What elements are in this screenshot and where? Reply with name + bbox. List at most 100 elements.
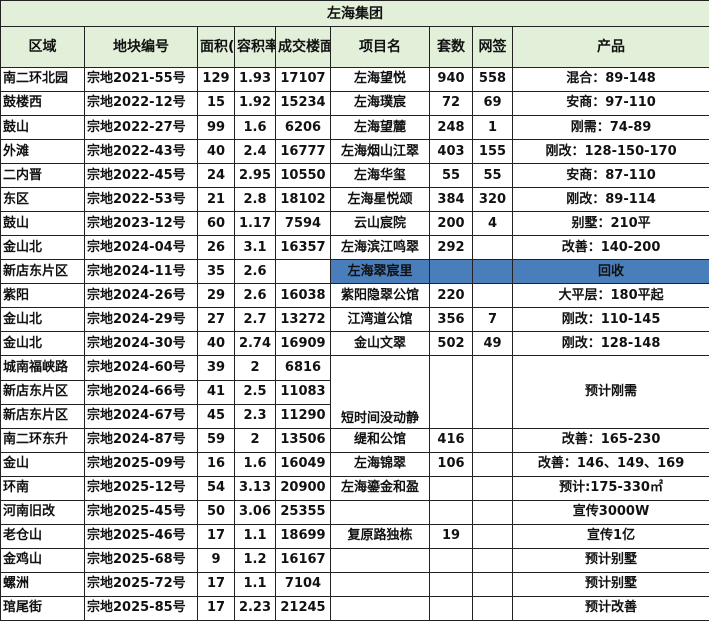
cell-price: 7594	[275, 211, 331, 237]
cell-area: 金山北	[0, 235, 85, 261]
cell-code: 宗地2024-26号	[84, 283, 198, 309]
table-row: 河南旧改 宗地2025-45号 50 3.06 25355 宣传3000W	[0, 499, 709, 525]
cell-product: 大平层：180平起	[511, 283, 709, 309]
cell-product: 刚改：128-150-170	[511, 139, 709, 165]
table-row: 南二环东升 宗地2024-87号 59 2 13506 缇和公馆 416 改善：…	[0, 427, 709, 453]
cell-price: 13272	[275, 307, 331, 333]
land-table: 左海集团 区域 地块编号 面积(亩) 容积率 成交楼面价 项目名 套数 网签 产…	[0, 0, 709, 621]
cell-price: 10550	[275, 163, 331, 189]
cell-area: 老仓山	[0, 523, 85, 549]
cell-mu: 54	[197, 475, 235, 501]
cell-units-empty	[429, 595, 473, 621]
cell-signed	[472, 451, 513, 477]
table-row: 金山北 宗地2024-29号 27 2.7 13272 江湾道公馆 356 7 …	[0, 307, 709, 333]
cell-price: 16777	[275, 139, 331, 165]
cell-project: 云山宸院	[330, 211, 430, 237]
cell-far: 2.95	[234, 163, 276, 189]
cell-area: 环南	[0, 475, 85, 501]
cell-units: 19	[429, 523, 473, 549]
cell-area: 新店东片区	[0, 379, 85, 405]
cell-product: 预计:175-330㎡	[511, 475, 709, 501]
cell-product: 改善：146、149、169	[511, 451, 709, 477]
cell-far: 2	[234, 427, 276, 453]
cell-product: 预计别墅	[511, 547, 709, 573]
cell-mu: 50	[197, 499, 235, 525]
cell-units	[429, 475, 473, 501]
table-row: 鼓山 宗地2022-27号 99 1.6 6206 左海望麓 248 1 刚需：…	[0, 114, 709, 141]
cell-area: 河南旧改	[0, 499, 85, 525]
cell-area: 金山北	[0, 307, 85, 333]
table-row: 二内晋 宗地2022-45号 24 2.95 10550 左海华玺 55 55 …	[0, 163, 709, 189]
cell-far: 2.74	[234, 331, 276, 357]
cell-code: 宗地2024-87号	[84, 427, 198, 453]
cell-area: 新店东片区	[0, 403, 85, 429]
cell-price: 7104	[275, 571, 331, 597]
cell-signed	[472, 427, 513, 453]
cell-product: 刚改：128-148	[511, 331, 709, 357]
cell-project: 左海滨江鸣翠	[330, 235, 430, 261]
cell-product: 改善：140-200	[511, 235, 709, 261]
cell-units: 356	[429, 307, 473, 333]
cell-units: 248	[429, 114, 473, 141]
cell-mu: 24	[197, 163, 235, 189]
header-mu: 面积(亩)	[197, 26, 235, 68]
cell-price: 16167	[275, 547, 331, 573]
cell-units: 220	[429, 283, 473, 309]
cell-price: 18102	[275, 187, 331, 213]
cell-units	[429, 259, 473, 285]
cell-code: 宗地2022-53号	[84, 187, 198, 213]
cell-mu: 45	[197, 403, 235, 429]
cell-product-expected: 预计刚需	[511, 355, 709, 429]
cell-product: 安商：97-110	[511, 90, 709, 116]
cell-far: 2.7	[234, 307, 276, 333]
cell-code: 宗地2024-04号	[84, 235, 198, 261]
cell-project-empty	[330, 499, 430, 525]
cell-far: 1.92	[234, 90, 276, 116]
cell-price: 16049	[275, 451, 331, 477]
cell-project: 左海翠宸里	[330, 259, 430, 285]
cell-area: 外滩	[0, 139, 85, 165]
table-row: 东区 宗地2022-53号 21 2.8 18102 左海星悦颂 384 320…	[0, 187, 709, 213]
cell-code: 宗地2024-66号	[84, 379, 198, 405]
header-project: 项目名	[330, 26, 430, 68]
table-row: 南二环北园 宗地2021-55号 129 1.93 17107 左海望悦 940…	[0, 66, 709, 92]
cell-mu: 59	[197, 427, 235, 453]
table-row: 琯尾街 宗地2025-85号 17 2.23 21245 预计改善	[0, 595, 709, 621]
cell-units: 200	[429, 211, 473, 237]
cell-units-empty	[429, 355, 473, 429]
table-row: 紫阳 宗地2024-26号 29 2.6 16038 紫阳隐翠公馆 220 大平…	[0, 283, 709, 309]
table-row: 鼓楼西 宗地2022-12号 15 1.92 15234 左海璞宸 72 69 …	[0, 90, 709, 116]
cell-product: 安商：87-110	[511, 163, 709, 189]
cell-units: 416	[429, 427, 473, 453]
cell-project: 江湾道公馆	[330, 307, 430, 333]
cell-area: 南二环北园	[0, 66, 85, 92]
cell-project: 左海望悦	[330, 66, 430, 92]
cell-area: 新店东片区	[0, 259, 85, 285]
cell-price: 15234	[275, 90, 331, 116]
cell-code: 宗地2024-11号	[84, 259, 198, 285]
cell-price: 17107	[275, 66, 331, 92]
table-row: 鼓山 宗地2023-12号 60 1.17 7594 云山宸院 200 4 别墅…	[0, 211, 709, 237]
cell-far: 2.23	[234, 595, 276, 621]
cell-product: 预计改善	[511, 595, 709, 621]
cell-area: 南二环东升	[0, 427, 85, 453]
cell-mu: 21	[197, 187, 235, 213]
cell-code: 宗地2024-60号	[84, 355, 198, 381]
cell-code: 宗地2024-30号	[84, 331, 198, 357]
cell-far: 1.1	[234, 523, 276, 549]
cell-project-empty	[330, 571, 430, 597]
header-price: 成交楼面价	[275, 26, 331, 68]
cell-far: 3.13	[234, 475, 276, 501]
cell-product: 混合：89-148	[511, 66, 709, 92]
cell-mu: 40	[197, 139, 235, 165]
cell-price: 16038	[275, 283, 331, 309]
cell-mu: 27	[197, 307, 235, 333]
cell-project: 左海锦翠	[330, 451, 430, 477]
cell-code: 宗地2025-12号	[84, 475, 198, 501]
cell-mu: 29	[197, 283, 235, 309]
cell-far: 1.1	[234, 571, 276, 597]
cell-mu: 40	[197, 331, 235, 357]
header-signed: 网签	[472, 26, 513, 68]
cell-units: 106	[429, 451, 473, 477]
cell-area: 金山	[0, 451, 85, 477]
